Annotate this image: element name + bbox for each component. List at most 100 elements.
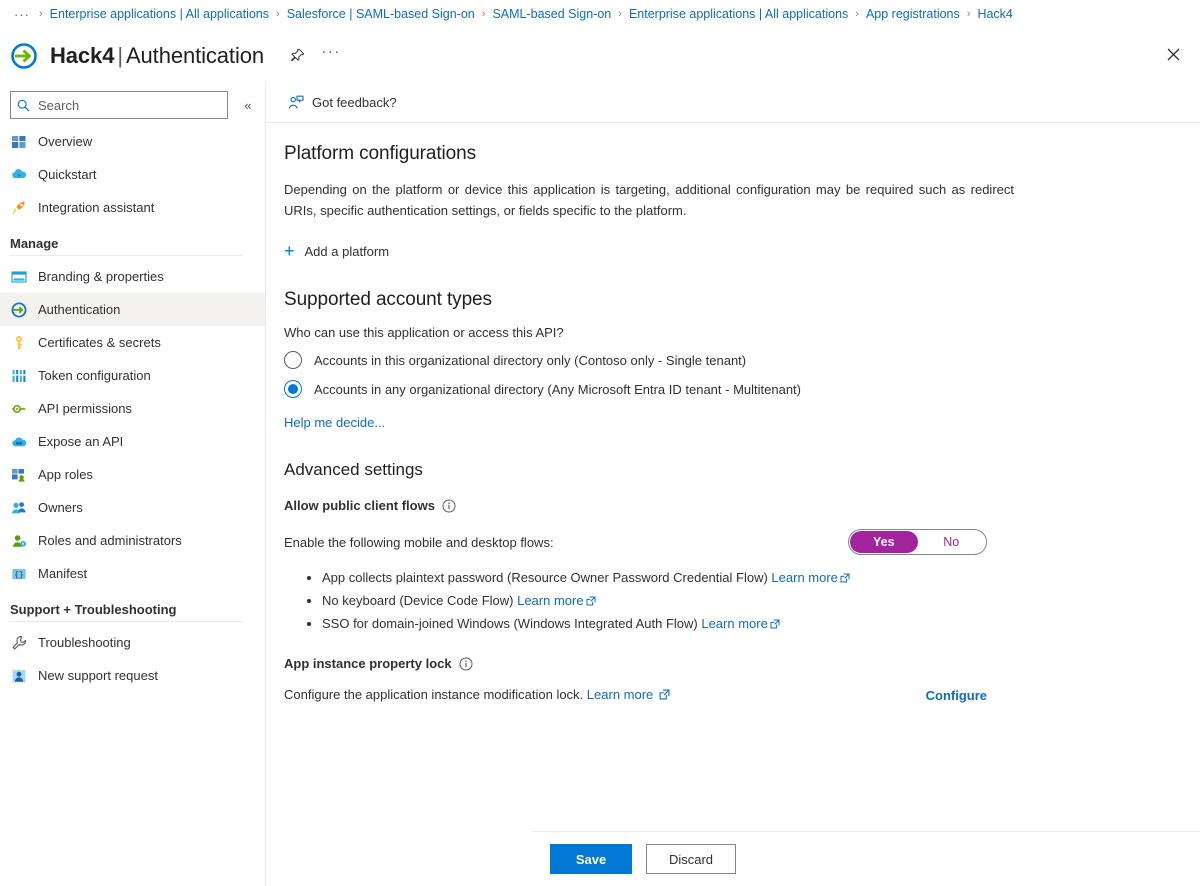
breadcrumb: ··· › Enterprise applications | All appl… xyxy=(0,0,1200,28)
learn-more-link[interactable]: Learn more xyxy=(587,687,653,702)
toggle-option-yes[interactable]: Yes xyxy=(850,531,918,553)
sidebar-item-overview[interactable]: Overview xyxy=(0,125,265,158)
sidebar-item-integration-assistant[interactable]: Integration assistant xyxy=(0,191,265,224)
more-options-icon[interactable]: ··· xyxy=(318,43,344,69)
app-instance-property-lock-row: Configure the application instance modif… xyxy=(284,687,987,703)
collapse-sidebar-icon[interactable]: « xyxy=(237,94,259,116)
breadcrumb-separator: › xyxy=(276,8,280,20)
sidebar-item-app-roles[interactable]: App roles xyxy=(0,458,265,491)
got-feedback-button[interactable]: Got feedback? xyxy=(284,92,401,114)
breadcrumb-item-saml-sign-on[interactable]: SAML-based Sign-on xyxy=(492,7,611,21)
learn-more-link[interactable]: Learn more xyxy=(701,616,767,631)
breadcrumb-overflow-button[interactable]: ··· xyxy=(12,7,32,22)
sidebar-item-owners[interactable]: Owners xyxy=(0,491,265,524)
external-link-icon xyxy=(586,593,596,611)
sidebar-item-manifest[interactable]: {} Manifest xyxy=(0,557,265,590)
property-lock-description: Configure the application instance modif… xyxy=(284,687,583,702)
sidebar-item-api-permissions[interactable]: API permissions xyxy=(0,392,265,425)
external-link-icon xyxy=(659,688,670,703)
search-input[interactable] xyxy=(36,97,221,114)
breadcrumb-item-enterprise-apps-2[interactable]: Enterprise applications | All applicatio… xyxy=(629,7,848,21)
list-item: SSO for domain-joined Windows (Windows I… xyxy=(322,615,1040,634)
sidebar-item-expose-an-api[interactable]: Expose an API xyxy=(0,425,265,458)
sidebar: « Overview xyxy=(0,83,266,886)
flow-text: No keyboard (Device Code Flow) xyxy=(322,593,513,608)
radio-single-tenant[interactable]: Accounts in this organizational director… xyxy=(284,351,1040,369)
sidebar-group-manage: Manage xyxy=(0,224,265,255)
main-content: Got feedback? Platform configurations De… xyxy=(266,83,1200,886)
help-me-decide-link[interactable]: Help me decide... xyxy=(284,415,385,430)
sidebar-item-label: Token configuration xyxy=(38,368,151,383)
close-icon[interactable] xyxy=(1158,39,1188,69)
support-person-icon xyxy=(10,667,27,684)
sidebar-search-row: « xyxy=(0,89,265,119)
supported-account-types-heading: Supported account types xyxy=(284,289,1040,311)
public-client-flows-toggle-label: Enable the following mobile and desktop … xyxy=(284,535,554,550)
search-box[interactable] xyxy=(10,91,228,119)
app-roles-icon xyxy=(10,466,27,483)
discard-button[interactable]: Discard xyxy=(646,844,736,874)
sidebar-item-authentication[interactable]: Authentication xyxy=(0,293,265,326)
page-title-app: Hack4 xyxy=(50,43,114,68)
settings-panel: Platform configurations Depending on the… xyxy=(266,123,1200,703)
sidebar-group-divider xyxy=(10,255,243,256)
save-button[interactable]: Save xyxy=(550,844,632,874)
sidebar-item-label: Owners xyxy=(38,500,83,515)
radio-indicator[interactable] xyxy=(284,351,302,369)
info-icon[interactable] xyxy=(459,657,473,671)
radio-multitenant[interactable]: Accounts in any organizational directory… xyxy=(284,380,1040,398)
sidebar-item-troubleshooting[interactable]: Troubleshooting xyxy=(0,626,265,659)
breadcrumb-separator: › xyxy=(482,8,486,20)
radio-label: Accounts in any organizational directory… xyxy=(314,382,801,397)
toggle-option-no[interactable]: No xyxy=(918,531,986,553)
allow-public-client-flows-label: Allow public client flows xyxy=(284,498,435,513)
configure-link[interactable]: Configure xyxy=(926,688,987,703)
breadcrumb-item-enterprise-apps-1[interactable]: Enterprise applications | All applicatio… xyxy=(50,7,269,21)
authentication-app-icon xyxy=(10,42,38,70)
sidebar-item-label: Manifest xyxy=(38,566,87,581)
pin-icon[interactable] xyxy=(284,43,310,69)
cloud-icon xyxy=(10,433,27,450)
got-feedback-label: Got feedback? xyxy=(312,95,397,110)
info-icon[interactable] xyxy=(442,499,456,513)
external-link-icon xyxy=(840,570,850,588)
sidebar-item-roles-and-administrators[interactable]: Roles and administrators xyxy=(0,524,265,557)
learn-more-link[interactable]: Learn more xyxy=(771,570,837,585)
sidebar-item-quickstart[interactable]: Quickstart xyxy=(0,158,265,191)
key-icon xyxy=(10,334,27,351)
radio-indicator-selected[interactable] xyxy=(284,380,302,398)
sidebar-item-new-support-request[interactable]: New support request xyxy=(0,659,265,692)
manifest-icon: {} xyxy=(10,565,27,582)
page-title-section: Authentication xyxy=(126,43,264,68)
public-client-flows-toggle-row: Enable the following mobile and desktop … xyxy=(284,529,987,555)
breadcrumb-item-hack4[interactable]: Hack4 xyxy=(977,7,1012,21)
external-link-icon xyxy=(770,616,780,634)
sidebar-item-branding-properties[interactable]: Branding & properties xyxy=(0,260,265,293)
sidebar-item-label: Integration assistant xyxy=(38,200,154,215)
breadcrumb-separator: › xyxy=(39,8,43,20)
sidebar-nav: Overview Quickstart xyxy=(0,125,265,692)
wrench-icon xyxy=(10,634,27,651)
sidebar-item-certificates-secrets[interactable]: Certificates & secrets xyxy=(0,326,265,359)
breadcrumb-item-salesforce-saml[interactable]: Salesforce | SAML-based Sign-on xyxy=(287,7,475,21)
plus-icon: + xyxy=(284,242,295,260)
platform-configurations-description: Depending on the platform or device this… xyxy=(284,179,1014,221)
sidebar-item-label: Troubleshooting xyxy=(38,635,131,650)
supported-account-types-question: Who can use this application or access t… xyxy=(284,325,1040,340)
add-a-platform-label: Add a platform xyxy=(305,244,390,259)
breadcrumb-item-app-registrations[interactable]: App registrations xyxy=(866,7,960,21)
learn-more-link[interactable]: Learn more xyxy=(517,593,583,608)
sidebar-group-divider xyxy=(10,621,243,622)
api-permissions-icon xyxy=(10,400,27,417)
allow-public-client-flows-heading: Allow public client flows xyxy=(284,498,1040,513)
add-a-platform-button[interactable]: + Add a platform xyxy=(280,239,393,263)
sidebar-item-label: Quickstart xyxy=(38,167,97,182)
owners-icon xyxy=(10,499,27,516)
public-client-flows-toggle[interactable]: Yes No xyxy=(848,529,987,555)
page-title-divider: | xyxy=(117,43,123,68)
sidebar-item-token-configuration[interactable]: Token configuration xyxy=(0,359,265,392)
search-icon xyxy=(17,99,30,112)
list-item: App collects plaintext password (Resourc… xyxy=(322,569,1040,588)
sidebar-item-label: New support request xyxy=(38,668,158,683)
sidebar-item-label: Certificates & secrets xyxy=(38,335,161,350)
